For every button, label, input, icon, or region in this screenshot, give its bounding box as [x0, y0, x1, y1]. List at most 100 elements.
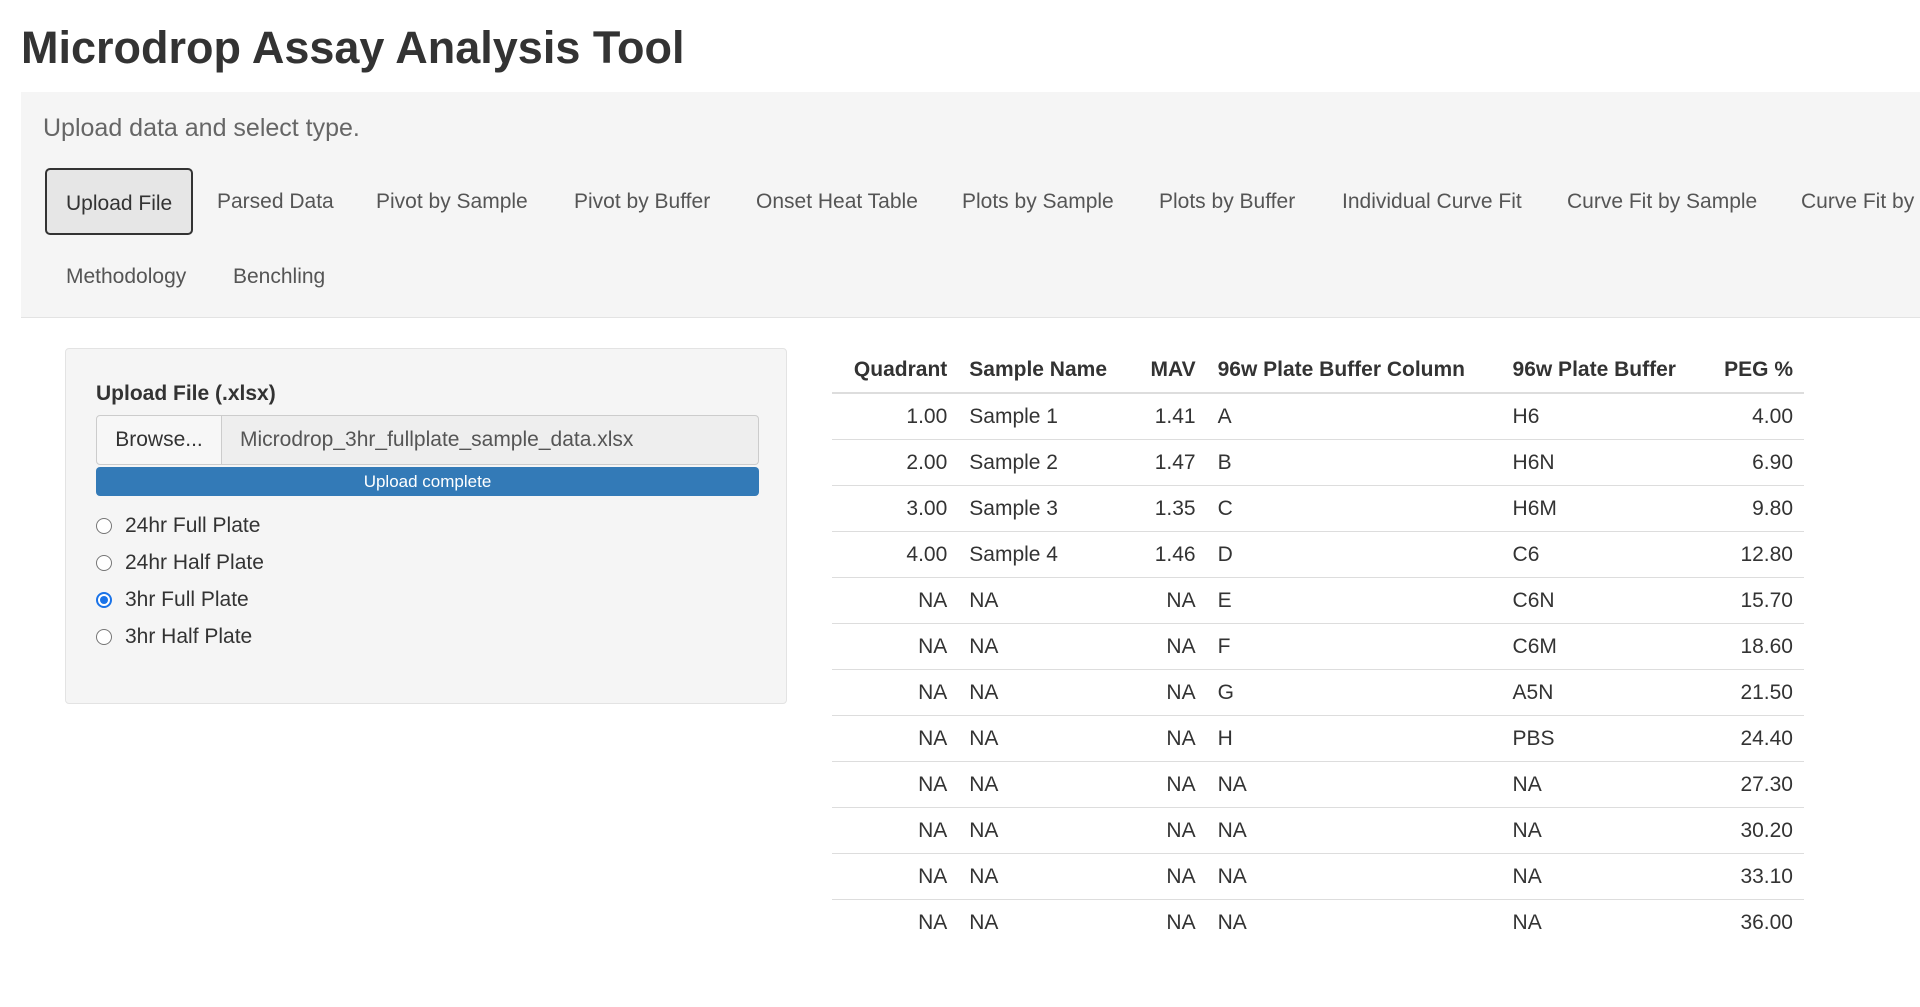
cell-buffer: NA: [1501, 761, 1705, 808]
cell-mav: NA: [1133, 715, 1207, 762]
radio-3hr-half-plate[interactable]: 3hr Half Plate: [96, 622, 252, 652]
cell-sample-name: Sample 2: [958, 439, 1134, 486]
cell-buffer: PBS: [1501, 715, 1705, 762]
tab-curve-fit-by-buffer[interactable]: Curve Fit by: [1801, 190, 1914, 214]
panel-subtitle: Upload data and select type.: [43, 114, 360, 142]
table-row: 1.00 Sample 1 1.41 A H6 4.00: [832, 393, 1804, 440]
cell-buffer-column: NA: [1217, 910, 1247, 934]
tab-curve-fit-by-sample[interactable]: Curve Fit by Sample: [1567, 190, 1757, 214]
cell-buffer-column: B: [1206, 439, 1502, 486]
radio-label: 3hr Full Plate: [125, 588, 249, 611]
radio-button[interactable]: [96, 592, 112, 608]
cell-peg: 30.20: [1704, 807, 1804, 854]
cell-buffer-column: A: [1206, 393, 1502, 440]
tab-parsed-data[interactable]: Parsed Data: [217, 190, 334, 214]
cell-quadrant: 2.00: [832, 439, 959, 486]
tab-plots-by-buffer[interactable]: Plots by Buffer: [1159, 190, 1295, 214]
column-header-buffer: 96w Plate Buffer: [1501, 347, 1705, 394]
radio-button[interactable]: [96, 518, 112, 534]
app-window: Microdrop Assay Analysis Tool Upload dat…: [0, 0, 1920, 1007]
cell-sample-name: Sample 1: [958, 393, 1134, 440]
cell-buffer-column: D: [1206, 531, 1502, 578]
cell-buffer-column: C: [1206, 485, 1502, 532]
radio-24hr-half-plate[interactable]: 24hr Half Plate: [96, 548, 264, 578]
cell-buffer: C6N: [1501, 577, 1705, 624]
cell-mav: 1.35: [1133, 485, 1207, 532]
cell-mav: NA: [1133, 577, 1207, 624]
tab-upload-file[interactable]: Upload File: [45, 168, 194, 235]
cell-buffer: NA: [1501, 807, 1705, 854]
cell-peg: 24.40: [1704, 715, 1804, 762]
radio-label: 24hr Half Plate: [125, 551, 264, 574]
cell-mav: NA: [1133, 623, 1207, 670]
cell-buffer-column: H: [1206, 715, 1502, 762]
upload-progress-fill: Upload complete: [96, 467, 759, 496]
table-row: NA NA NA NA NA 36.00: [832, 900, 1804, 946]
parsed-data-table: Quadrant Sample Name MAV 96w Plate Buffe…: [832, 347, 1804, 945]
radio-button[interactable]: [96, 555, 112, 571]
cell-buffer: NA: [1512, 910, 1542, 934]
column-header-sample-name: Sample Name: [958, 347, 1134, 394]
cell-peg: 12.80: [1704, 531, 1804, 578]
cell-quadrant: NA: [832, 761, 959, 808]
table-row: NA NA NA NA NA 33.10: [832, 853, 1804, 900]
tab-pivot-by-sample[interactable]: Pivot by Sample: [376, 190, 528, 214]
cell-buffer: H6: [1501, 393, 1705, 440]
cell-peg: 21.50: [1704, 669, 1804, 716]
cell-sample-name: NA: [958, 577, 1134, 624]
radio-button[interactable]: [96, 629, 112, 645]
tab-onset-heat-table[interactable]: Onset Heat Table: [756, 190, 918, 214]
radio-3hr-full-plate[interactable]: 3hr Full Plate: [96, 585, 249, 615]
cell-mav: 1.46: [1133, 531, 1207, 578]
cell-sample-name: NA: [958, 807, 1134, 854]
cell-quadrant: 3.00: [832, 485, 959, 532]
tab-pivot-by-buffer[interactable]: Pivot by Buffer: [574, 190, 710, 214]
table-row: NA NA NA E C6N 15.70: [832, 577, 1804, 624]
cell-sample-name: NA: [958, 853, 1134, 900]
cell-peg: 33.10: [1704, 853, 1804, 900]
tab-individual-curve-fit[interactable]: Individual Curve Fit: [1342, 190, 1522, 214]
cell-sample-name: NA: [958, 715, 1134, 762]
cell-buffer: H6M: [1501, 485, 1705, 532]
file-name-field[interactable]: Microdrop_3hr_fullplate_sample_data.xlsx: [222, 415, 759, 465]
cell-quadrant: 4.00: [832, 531, 959, 578]
tabs-panel: Upload data and select type. Upload File…: [21, 92, 1920, 318]
cell-sample-name: NA: [958, 761, 1134, 808]
cell-peg: 9.80: [1704, 485, 1804, 532]
upload-file-label: Upload File (.xlsx): [96, 382, 276, 405]
table-header-row: Quadrant Sample Name MAV 96w Plate Buffe…: [832, 347, 1804, 394]
cell-mav: NA: [1133, 761, 1207, 808]
browse-button[interactable]: Browse...: [96, 415, 222, 465]
radio-24hr-full-plate[interactable]: 24hr Full Plate: [96, 511, 260, 541]
cell-sample-name: NA: [958, 669, 1134, 716]
table-row: 3.00 Sample 3 1.35 C H6M 9.80: [832, 485, 1804, 532]
cell-mav: NA: [1166, 910, 1196, 934]
radio-label: 3hr Half Plate: [125, 625, 253, 648]
tab-methodology[interactable]: Methodology: [66, 265, 186, 289]
cell-sample-name: Sample 4: [958, 531, 1134, 578]
tab-benchling[interactable]: Benchling: [233, 265, 325, 289]
page-title: Microdrop Assay Analysis Tool: [21, 22, 685, 73]
cell-mav: 1.41: [1133, 393, 1207, 440]
cell-quadrant: NA: [832, 853, 959, 900]
cell-quadrant: NA: [832, 669, 959, 716]
radio-label: 24hr Full Plate: [125, 514, 261, 537]
table-row: NA NA NA G A5N 21.50: [832, 669, 1804, 716]
upload-panel: Upload File (.xlsx) Browse... Microdrop_…: [65, 348, 787, 704]
cell-buffer: C6M: [1501, 623, 1705, 670]
cell-buffer-column: NA: [1206, 853, 1502, 900]
cell-mav: 1.47: [1133, 439, 1207, 486]
tab-plots-by-sample[interactable]: Plots by Sample: [962, 190, 1114, 214]
cell-buffer-column: F: [1206, 623, 1502, 670]
cell-peg: 6.90: [1704, 439, 1804, 486]
cell-mav: NA: [1133, 669, 1207, 716]
table-row: 4.00 Sample 4 1.46 D C6 12.80: [832, 531, 1804, 578]
cell-quadrant: NA: [832, 807, 959, 854]
cell-quadrant: NA: [832, 623, 959, 670]
cell-quadrant: NA: [832, 715, 959, 762]
cell-peg: 36.00: [1740, 910, 1793, 934]
cell-sample-name: Sample 3: [958, 485, 1134, 532]
cell-buffer-column: NA: [1206, 761, 1502, 808]
cell-quadrant: NA: [832, 577, 959, 624]
table-row: NA NA NA NA NA 27.30: [832, 761, 1804, 808]
